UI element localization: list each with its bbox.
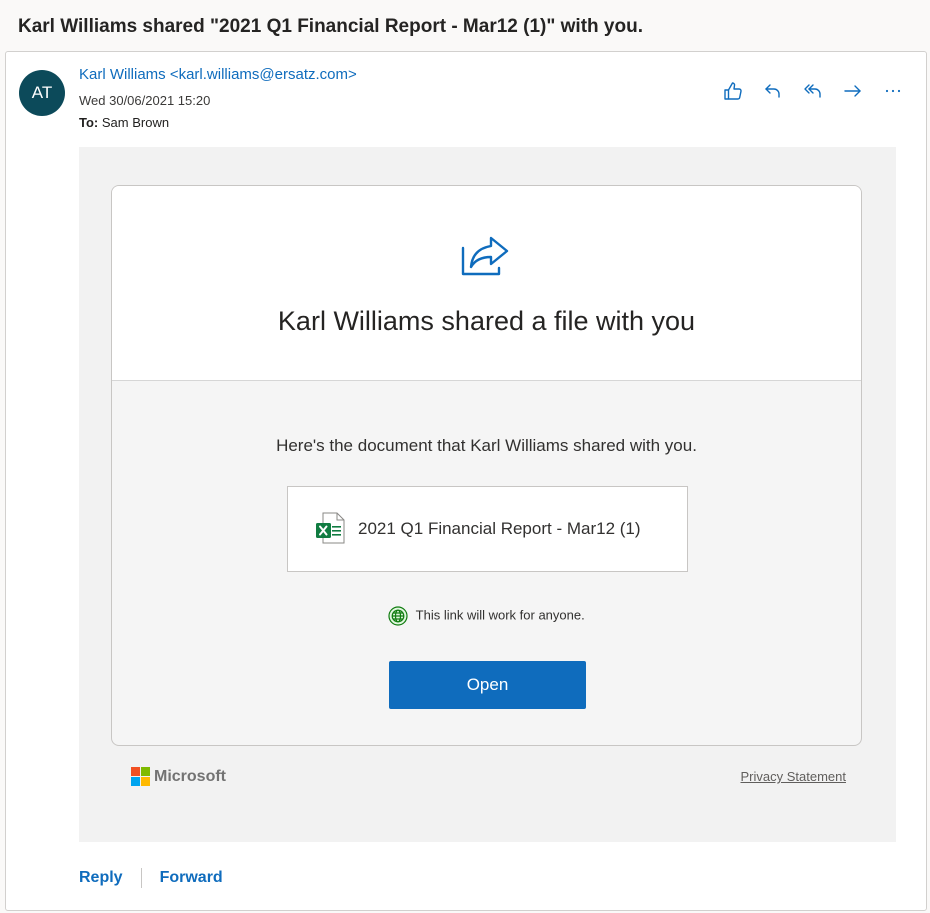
privacy-statement-link[interactable]: Privacy Statement: [741, 769, 847, 784]
divider: [140, 868, 142, 888]
more-actions-button[interactable]: [880, 78, 906, 104]
forward-button[interactable]: [840, 78, 866, 104]
shared-file-box[interactable]: 2021 Q1 Financial Report - Mar12 (1): [287, 486, 688, 572]
share-title: Karl Williams shared a file with you: [277, 306, 696, 336]
reply-icon: [765, 84, 780, 98]
like-button[interactable]: [720, 78, 746, 104]
excel-file-icon: [315, 512, 345, 549]
sender-name[interactable]: Karl Williams <karl.williams@ersatz.com>: [79, 66, 357, 83]
reply-button[interactable]: [760, 78, 786, 104]
microsoft-wordmark: Microsoft: [154, 767, 226, 785]
microsoft-logo-icon: [131, 767, 150, 786]
share-description: Here's the document that Karl Williams s…: [276, 436, 697, 455]
link-permission-note: This link will work for anyone.: [112, 606, 861, 626]
reply-all-icon: [804, 84, 821, 98]
globe-icon: [388, 606, 408, 626]
reply-all-button[interactable]: [800, 78, 826, 104]
like-icon: [724, 82, 742, 100]
reply-forward-bar: Reply Forward: [79, 868, 223, 888]
link-note-text: This link will work for anyone.: [415, 607, 585, 623]
email-body: Karl Williams shared a file with you Her…: [79, 147, 896, 842]
sender-avatar[interactable]: AT: [19, 70, 65, 116]
more-icon: [885, 89, 901, 93]
share-icon: [461, 234, 513, 283]
share-header: Karl Williams shared a file with you: [112, 186, 861, 381]
message-actions: [720, 78, 906, 104]
to-label: To:: [79, 115, 99, 130]
message-card: AT Karl Williams <karl.williams@ersatz.c…: [5, 51, 927, 911]
forward-icon: [844, 85, 861, 97]
email-subject: Karl Williams shared "2021 Q1 Financial …: [18, 16, 643, 37]
subject-bar: Karl Williams shared "2021 Q1 Financial …: [0, 0, 930, 52]
message-date: Wed 30/06/2021 15:20: [79, 93, 211, 108]
microsoft-logo: Microsoft: [131, 767, 226, 786]
recipient-name[interactable]: Sam Brown: [102, 115, 169, 130]
recipient-line: To: Sam Brown: [79, 115, 169, 130]
reply-link[interactable]: Reply: [79, 869, 123, 887]
shared-file-name[interactable]: 2021 Q1 Financial Report - Mar12 (1): [358, 519, 641, 539]
share-card: Karl Williams shared a file with you Her…: [111, 185, 862, 746]
forward-link[interactable]: Forward: [160, 869, 223, 887]
open-button[interactable]: Open: [389, 661, 586, 709]
